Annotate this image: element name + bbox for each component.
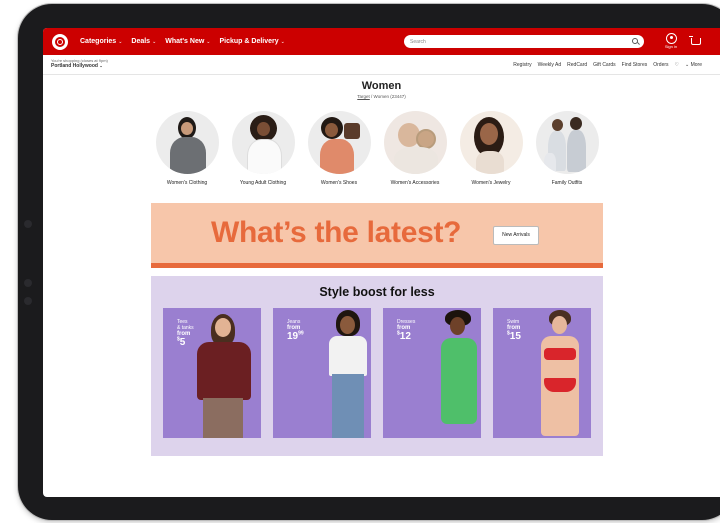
store-name: Portland Hollywood ⌄ [51, 63, 103, 69]
category-image [231, 111, 295, 174]
tile-jeans[interactable]: Jeans from 1999 [273, 308, 371, 438]
nav-label: Categories [80, 38, 117, 45]
tile-swim[interactable]: Swim from $15 [493, 308, 591, 438]
category-label: Women's Jewelry [471, 180, 511, 186]
chevron-down-icon: ⌄ [206, 38, 211, 45]
nav-pickup-delivery[interactable]: Pickup & Delivery ⌄ [220, 38, 285, 45]
main-nav: Categories ⌄ Deals ⌄ What's New ⌄ Pickup & … [80, 38, 294, 45]
category-image [459, 111, 523, 174]
tile-caption: Tees & tanks from $5 [177, 319, 194, 349]
tile-caption: Dresses from $12 [397, 319, 416, 343]
category-label: Women's Shoes [320, 180, 358, 186]
breadcrumb-current: / Women (23447) [369, 94, 406, 99]
link-find-stores[interactable]: Find Stores [622, 62, 648, 68]
tile-caption: Swim from $15 [507, 319, 521, 343]
nav-whats-new[interactable]: What's New ⌄ [165, 38, 210, 45]
tile-caption: Jeans from 1999 [287, 319, 304, 343]
link-more[interactable]: ⌄ More [685, 62, 702, 68]
link-redcard[interactable]: RedCard [567, 62, 587, 68]
chevron-down-icon: ⌄ [152, 38, 157, 45]
browser-screen: Categories ⌄ Deals ⌄ What's New ⌄ Pickup & … [43, 28, 720, 497]
sensor-dot [24, 297, 32, 305]
camera-dot [24, 220, 32, 228]
nav-label: Deals [131, 38, 151, 45]
breadcrumb-link[interactable]: Target [357, 94, 370, 99]
heart-icon[interactable]: ♡ [675, 62, 679, 68]
store-selector[interactable]: You're shopping (closes at 9pm) Portland… [51, 58, 108, 69]
banner-headline: What’s the latest? [211, 216, 462, 249]
category-image [383, 111, 447, 174]
link-gift-cards[interactable]: Gift Cards [593, 62, 616, 68]
category-family-outfits[interactable]: Family Outfits [532, 111, 602, 186]
nav-label: What's New [165, 38, 205, 45]
banner-divider [151, 263, 603, 268]
chevron-down-icon: ⌄ [118, 38, 123, 45]
style-boost-section: Style boost for less Tees & tanks from $… [151, 276, 603, 456]
category-womens-shoes[interactable]: Women's Shoes [304, 111, 374, 186]
link-orders[interactable]: Orders [653, 62, 668, 68]
nav-deals[interactable]: Deals ⌄ [131, 38, 156, 45]
promo-banner[interactable]: What’s the latest? New Arrivals [151, 203, 603, 264]
link-weekly-ad[interactable]: Weekly Ad [538, 62, 562, 68]
tile-dresses[interactable]: Dresses from $12 [383, 308, 481, 438]
utility-links: Registry Weekly Ad RedCard Gift Cards Fi… [507, 62, 702, 68]
search-icon[interactable] [632, 38, 638, 44]
target-logo-icon[interactable] [52, 33, 68, 50]
category-womens-jewelry[interactable]: Women's Jewelry [456, 111, 526, 186]
page-title: Women [361, 80, 402, 92]
utility-bar: You're shopping (closes at 9pm) Portland… [43, 55, 720, 75]
section-title: Style boost for less [319, 285, 435, 299]
signin-label: Sign in [664, 44, 678, 49]
chevron-down-icon: ⌄ [280, 38, 285, 45]
category-label: Women's Clothing [166, 180, 208, 186]
signin-button[interactable]: Sign in [663, 33, 679, 49]
category-label: Family Outfits [551, 180, 583, 186]
category-image [155, 111, 219, 174]
nav-label: Pickup & Delivery [219, 38, 279, 45]
breadcrumb: Target / Women (23447) [43, 94, 720, 99]
category-image [535, 111, 599, 174]
category-image [307, 111, 371, 174]
category-womens-accessories[interactable]: Women's Accessories [380, 111, 450, 186]
search-input[interactable]: Search [404, 35, 644, 48]
link-registry[interactable]: Registry [513, 62, 531, 68]
category-young-adult-clothing[interactable]: Young Adult Clothing [228, 111, 298, 186]
nav-categories[interactable]: Categories ⌄ [80, 38, 122, 45]
account-icon [665, 33, 677, 44]
top-nav-bar: Categories ⌄ Deals ⌄ What's New ⌄ Pickup & … [43, 28, 720, 55]
search-placeholder: Search [410, 38, 426, 45]
sensor-dot [24, 279, 32, 287]
category-womens-clothing[interactable]: Women's Clothing [152, 111, 222, 186]
category-label: Young Adult Clothing [239, 180, 287, 186]
category-label: Women's Accessories [390, 180, 440, 186]
tile-tees-tanks[interactable]: Tees & tanks from $5 [163, 308, 261, 438]
new-arrivals-button[interactable]: New Arrivals [493, 226, 539, 245]
cart-icon[interactable] [689, 36, 701, 45]
